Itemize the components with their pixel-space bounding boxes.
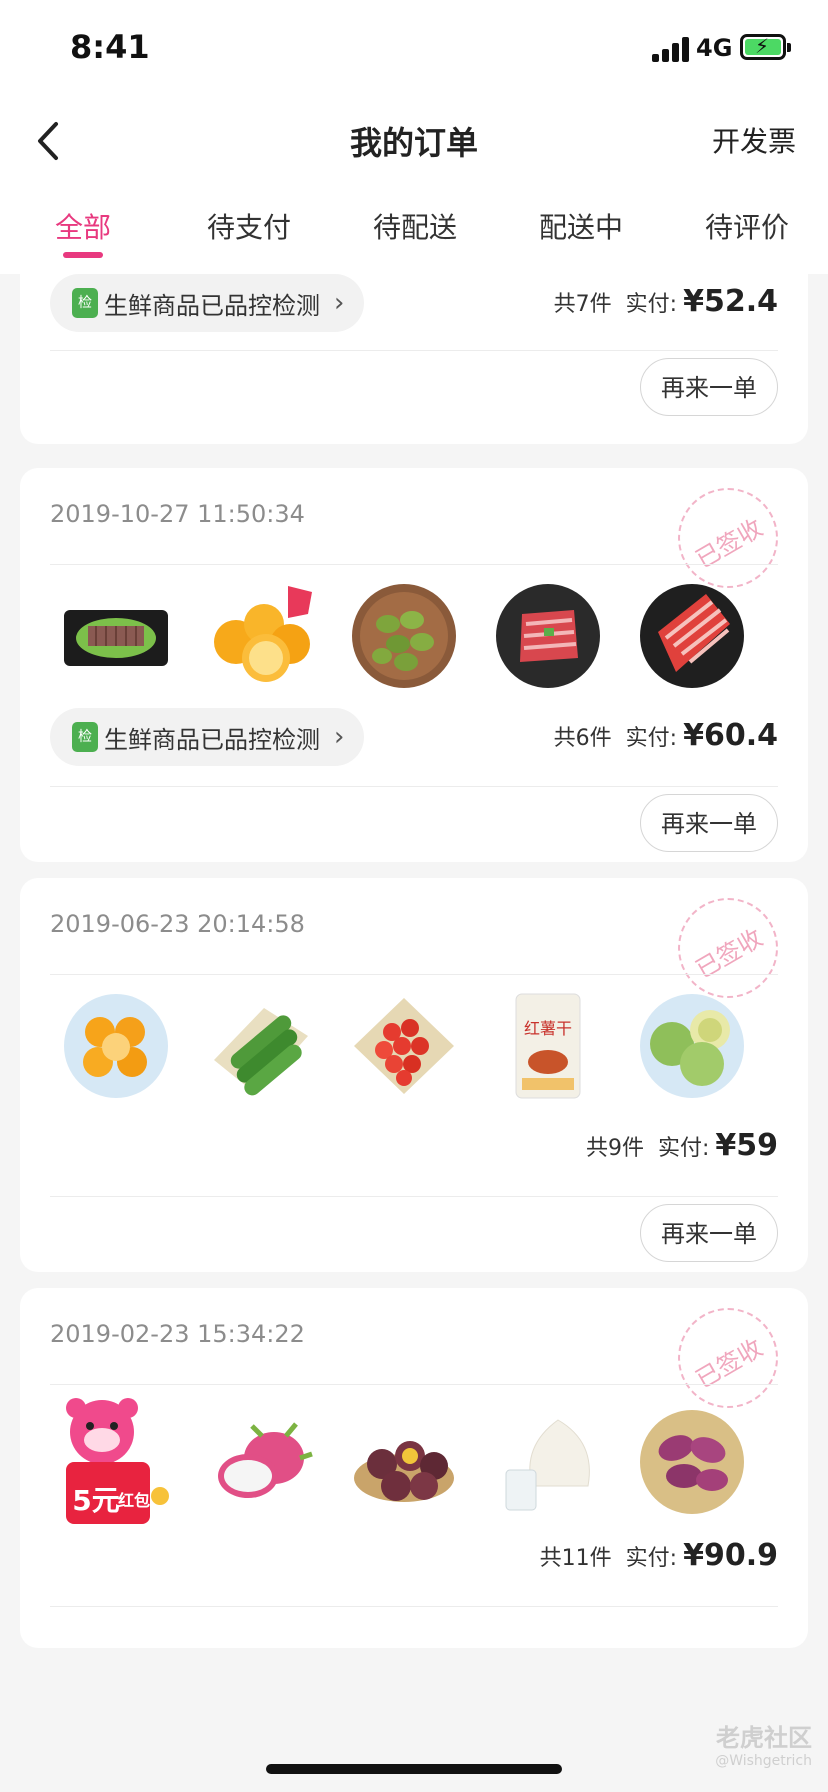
tab-pending-delivery[interactable]: 待配送	[332, 206, 498, 246]
watermark-title: 老虎社区	[716, 1724, 812, 1752]
active-tab-indicator	[63, 252, 103, 258]
item-count: 共6件	[553, 726, 612, 751]
signal-icon	[652, 36, 690, 62]
melon-image	[636, 990, 748, 1102]
product-thumbnails[interactable]: 5元 红包	[50, 1392, 778, 1532]
status-bar: 8:41 4G ⚡	[0, 0, 828, 96]
stamp-text: 已签收	[691, 1333, 768, 1394]
divider	[50, 1384, 778, 1385]
oranges-image	[204, 580, 316, 692]
dried-sweet-potato-image: 红薯干	[492, 990, 604, 1102]
divider	[50, 1196, 778, 1197]
order-date: 2019-06-23 20:14:58	[50, 910, 305, 938]
signed-stamp: 已签收	[678, 898, 778, 998]
watermark-handle: @Wishgetrich	[715, 1753, 812, 1769]
kiwi-berries-image	[348, 580, 460, 692]
divider	[50, 564, 778, 565]
paid-label: 实付:	[625, 292, 678, 317]
promo-value: 5元	[72, 1484, 119, 1517]
product-thumbnails[interactable]: 红薯干	[50, 990, 778, 1102]
mandarins-image	[60, 990, 172, 1102]
dragon-fruit-image	[204, 1406, 316, 1518]
order-summary: 共9件 实付: ¥59	[586, 1128, 778, 1163]
divider	[50, 1606, 778, 1607]
divider	[50, 350, 778, 351]
status-time: 8:41	[70, 28, 150, 66]
product-thumbnails[interactable]	[50, 580, 778, 692]
snack-package-label: 红薯干	[524, 1019, 572, 1038]
beef-rolls-image	[492, 580, 604, 692]
order-card: 2019-10-27 11:50:34 已签收 检 生鲜商品已品控检测 › 共6…	[20, 468, 808, 862]
tab-pending-review[interactable]: 待评价	[664, 206, 828, 246]
stamp-text: 已签收	[691, 923, 768, 984]
watermark: 老虎社区 @Wishgetrich	[715, 1718, 812, 1769]
network-type: 4G	[696, 34, 733, 62]
order-date: 2019-10-27 11:50:34	[50, 500, 305, 528]
order-summary: 共11件 实付: ¥90.9	[540, 1538, 778, 1573]
signed-stamp: 已签收	[678, 488, 778, 588]
quality-check-pill[interactable]: 检 生鲜商品已品控检测 ›	[50, 708, 365, 766]
order-summary: 共6件 实付: ¥60.4	[554, 718, 778, 753]
coconut-image	[492, 1406, 604, 1518]
purple-sweet-potato-image	[636, 1406, 748, 1518]
nav-bar: 我的订单 开发票	[0, 96, 828, 186]
paid-label: 实付:	[625, 1546, 678, 1571]
item-count: 共11件	[539, 1546, 612, 1571]
tab-pending-payment[interactable]: 待支付	[166, 206, 332, 246]
chevron-right-icon: ›	[334, 722, 345, 752]
stamp-text: 已签收	[691, 513, 768, 574]
reorder-button[interactable]: 再来一单	[640, 794, 778, 852]
reorder-button[interactable]: 再来一单	[640, 358, 778, 416]
paid-label: 实付:	[657, 1136, 710, 1161]
battery-charging-icon: ⚡	[740, 34, 791, 60]
order-date: 2019-02-23 15:34:22	[50, 1320, 305, 1348]
paid-amount: ¥59	[715, 1128, 778, 1163]
paid-amount: ¥90.9	[683, 1538, 778, 1573]
paid-label: 实付:	[625, 726, 678, 751]
red-packet-bear-image: 5元 红包	[42, 1392, 172, 1532]
tab-in-delivery[interactable]: 配送中	[498, 206, 664, 246]
quality-check-pill[interactable]: 检 生鲜商品已品控检测 ›	[50, 274, 365, 332]
invoice-button[interactable]: 开发票	[712, 120, 796, 160]
cherry-tomatoes-image	[348, 990, 460, 1102]
beef-slices-image	[60, 580, 172, 692]
divider	[50, 786, 778, 787]
reorder-button[interactable]: 再来一单	[640, 1204, 778, 1262]
page-title: 我的订单	[349, 124, 478, 162]
item-count: 共9件	[585, 1136, 644, 1161]
paid-amount: ¥52.4	[683, 284, 778, 319]
chevron-right-icon: ›	[334, 288, 345, 318]
item-count: 共7件	[553, 292, 612, 317]
lamb-rolls-image	[636, 580, 748, 692]
promo-text: 红包	[118, 1491, 150, 1510]
order-tabs: 全部 待支付 待配送 配送中 待评价	[0, 186, 828, 274]
order-summary: 共7件 实付: ¥52.4	[554, 284, 778, 319]
passion-fruit-image	[348, 1406, 460, 1518]
quality-check-label: 生鲜商品已品控检测	[104, 725, 320, 754]
cucumbers-image	[204, 990, 316, 1102]
home-indicator[interactable]	[266, 1764, 562, 1774]
quality-shield-icon: 检	[72, 288, 98, 318]
order-card: 检 生鲜商品已品控检测 › 共7件 实付: ¥52.4 再来一单	[20, 274, 808, 444]
divider	[50, 974, 778, 975]
order-card: 2019-02-23 15:34:22 已签收 5元 红包 共11件 实付: ¥90…	[20, 1288, 808, 1648]
quality-shield-icon: 检	[72, 722, 98, 752]
quality-check-label: 生鲜商品已品控检测	[104, 291, 320, 320]
tab-all[interactable]: 全部	[0, 206, 166, 246]
order-list[interactable]: 检 生鲜商品已品控检测 › 共7件 实付: ¥52.4 再来一单 2019-10-…	[0, 274, 828, 1792]
order-card: 2019-06-23 20:14:58 已签收 红薯干 共9件 实付: ¥59 再…	[20, 878, 808, 1272]
paid-amount: ¥60.4	[683, 718, 778, 753]
